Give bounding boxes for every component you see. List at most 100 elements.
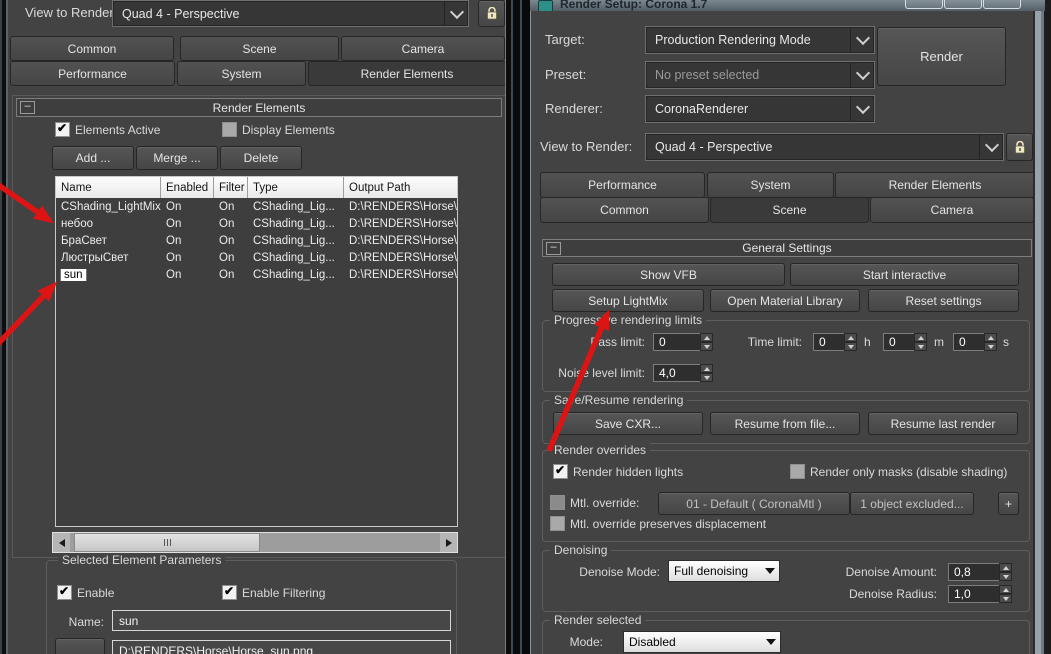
time-limit-m-spinner[interactable] [914,333,927,351]
tab-scene[interactable]: Scene [180,36,339,61]
spin-up-icon[interactable] [984,333,997,342]
time-limit-h-field[interactable]: 0 [813,333,847,351]
tab-common[interactable]: Common [10,36,174,61]
collapse-icon[interactable]: – [546,242,561,255]
time-limit-s-spinner[interactable] [984,333,997,351]
tab-camera[interactable]: Camera [341,36,505,61]
window-maximize-button[interactable] [944,0,982,9]
denoise-radius-spinner[interactable] [999,585,1012,603]
scroll-right-icon[interactable] [440,533,457,552]
time-limit-s-field[interactable]: 0 [953,333,987,351]
render-hidden-lights-checkbox[interactable] [553,463,568,479]
spin-down-icon[interactable] [984,342,997,351]
display-elements-checkbox[interactable] [222,122,237,137]
render-setup-titlebar[interactable]: Render Setup: Corona 1.7 [530,0,1045,11]
tab-render-elements[interactable]: Render Elements [308,61,506,86]
spin-down-icon[interactable] [999,572,1012,581]
view-to-render-dropdown[interactable]: Quad 4 - Perspective [645,133,1004,161]
enable-checkbox[interactable] [57,584,72,600]
spin-down-icon[interactable] [844,342,857,351]
pass-limit-field[interactable]: 0 [653,333,702,351]
lock-view-button[interactable] [1006,133,1033,161]
mtl-override-checkbox[interactable] [550,495,565,510]
chevron-down-icon[interactable] [850,62,874,88]
spin-down-icon[interactable] [700,373,713,382]
spin-down-icon[interactable] [914,342,927,351]
cell-enabled[interactable]: On [161,218,214,230]
render-elements-table[interactable]: Name Enabled Filter Type Output Path CSh… [55,176,458,527]
cell-name[interactable]: CShading_LightMix [56,201,161,213]
tab-render-elements[interactable]: Render Elements [835,172,1035,198]
enable-filtering-checkbox[interactable] [222,584,237,600]
tab-scene[interactable]: Scene [710,197,869,223]
denoise-radius-field[interactable]: 1,0 [948,585,1001,603]
scroll-left-icon[interactable] [53,533,70,552]
setup-lightmix-button[interactable]: Setup LightMix [552,289,704,312]
view-to-render-dropdown[interactable]: Quad 4 - Perspective [112,0,469,27]
noise-level-limit-field[interactable]: 4,0 [653,364,702,382]
noise-level-spinner[interactable] [700,364,713,382]
cell-filter[interactable]: On [214,201,248,213]
element-name-field[interactable]: sun [112,610,451,631]
col-type[interactable]: Type [248,177,344,198]
render-only-masks-checkbox[interactable] [790,464,805,479]
spin-down-icon[interactable] [700,342,713,351]
scrollbar-thumb[interactable] [74,533,260,552]
tab-system[interactable]: System [707,172,834,198]
renderer-dropdown[interactable]: CoronaRenderer [645,95,875,123]
chevron-down-icon[interactable] [444,1,468,26]
chevron-down-icon[interactable] [979,134,1003,160]
tab-common[interactable]: Common [540,197,709,223]
cell-name[interactable]: небоо [56,218,161,230]
col-enabled[interactable]: Enabled [161,177,214,198]
general-settings-rollout-header[interactable]: – General Settings [542,239,1032,257]
spin-up-icon[interactable] [700,364,713,373]
denoise-amount-field[interactable]: 0,8 [948,563,1001,581]
denoise-mode-combo[interactable]: Full denoising [668,560,780,582]
cell-enabled[interactable]: On [161,269,214,281]
render-elements-rollout-header[interactable]: – Render Elements [16,98,502,117]
elements-active-checkbox[interactable] [55,121,70,137]
add-button[interactable]: Add ... [52,146,134,170]
denoise-amount-spinner[interactable] [999,563,1012,581]
col-output-path[interactable]: Output Path [344,177,457,198]
render-setup-scrollbar[interactable] [1033,11,1044,654]
merge-button[interactable]: Merge ... [136,146,218,170]
chevron-down-icon[interactable] [850,27,874,53]
spin-up-icon[interactable] [844,333,857,342]
cell-name-selected[interactable]: sun [60,268,87,281]
spin-up-icon[interactable] [999,563,1012,572]
table-row[interactable]: ЛюстрыСвет On On CShading_Lig... D:\REND… [56,249,457,266]
table-row[interactable]: БраСвет On On CShading_Lig... D:\RENDERS… [56,232,457,249]
collapse-icon[interactable]: – [20,101,35,114]
preset-dropdown[interactable]: No preset selected [645,61,875,89]
scrollbar-track[interactable] [70,533,440,552]
table-horizontal-scrollbar[interactable] [52,532,458,553]
cell-name[interactable]: ЛюстрыСвет [56,252,161,264]
window-close-button[interactable] [983,0,1021,9]
element-output-path-field[interactable]: D:\RENDERS\Horse\Horse_sun.png [112,640,451,654]
dropdown-arrow-icon[interactable] [762,639,780,645]
cell-filter[interactable]: On [214,218,248,230]
show-vfb-button[interactable]: Show VFB [552,263,785,286]
reset-settings-button[interactable]: Reset settings [868,289,1019,312]
lock-view-button[interactable] [478,0,505,27]
spin-up-icon[interactable] [999,585,1012,594]
tab-performance[interactable]: Performance [540,172,705,198]
spin-down-icon[interactable] [999,594,1012,603]
cell-filter[interactable]: On [214,235,248,247]
chevron-down-icon[interactable] [850,96,874,122]
tab-system[interactable]: System [177,61,306,86]
spin-up-icon[interactable] [914,333,927,342]
col-name[interactable]: Name [56,177,161,198]
cell-enabled[interactable]: On [161,235,214,247]
cell-filter[interactable]: On [214,269,248,281]
spin-up-icon[interactable] [700,333,713,342]
cell-name[interactable]: БраСвет [56,235,161,247]
tab-performance[interactable]: Performance [10,61,175,86]
cell-filter[interactable]: On [214,252,248,264]
cell-enabled[interactable]: On [161,201,214,213]
window-minimize-button[interactable] [905,0,943,9]
table-row[interactable]: CShading_LightMix On On CShading_Lig... … [56,198,457,215]
pass-limit-spinner[interactable] [700,333,713,351]
